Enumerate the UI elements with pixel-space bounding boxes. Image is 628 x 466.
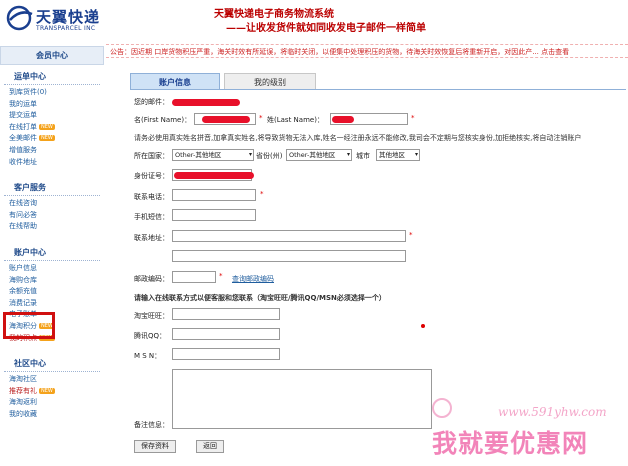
sidebar-item-faq[interactable]: 有问必答: [0, 210, 104, 222]
sidebar-item-address[interactable]: 收件地址: [0, 157, 104, 169]
qq-label: 腾讯QQ：: [134, 332, 167, 340]
msn-input[interactable]: [172, 348, 280, 360]
city-label: 城市: [356, 152, 370, 160]
required-mark: *: [260, 190, 264, 198]
province-select[interactable]: Other-其他地区: [286, 149, 352, 161]
mobile-input[interactable]: [172, 209, 256, 221]
sidebar-item-warehouse[interactable]: 海购仓库: [0, 275, 104, 287]
sidebar-section-title: 运单中心: [4, 67, 100, 85]
remark-label: 备注信息：: [134, 421, 169, 429]
sidebar-section-community: 社区中心 海淘社区 推荐有礼 NEW 海淘返利 我的收藏: [0, 354, 104, 420]
required-mark: *: [409, 231, 413, 239]
watermark-text: 我就要优惠网: [432, 429, 589, 458]
redacted-last-name: [332, 116, 354, 123]
zip-label: 邮政编码：: [134, 275, 169, 283]
save-button[interactable]: 保存资料: [134, 440, 176, 453]
sidebar-item-label: 推荐有礼: [9, 386, 37, 395]
sidebar-item-value-added[interactable]: 增值服务: [0, 145, 104, 157]
sidebar-item-my-waybills[interactable]: 我的运单: [0, 99, 104, 111]
logo: 天翼快递 TRANSPARCEL INC: [6, 5, 116, 39]
last-name-label: 姓(Last Name)：: [267, 116, 324, 124]
sidebar-item-us-mail[interactable]: 全美邮件 NEW: [0, 133, 104, 145]
sidebar-item-account-info[interactable]: 账户信息: [0, 263, 104, 275]
watermark-circle-icon: [432, 398, 452, 418]
required-mark: *: [219, 272, 223, 280]
sidebar-item-label: 在线打单: [9, 122, 37, 131]
province-label: 省份(州): [256, 152, 283, 160]
sidebar-item-help[interactable]: 在线帮助: [0, 221, 104, 233]
main-content: 公告：因近期 口岸货物积压严重，海关时效有所延误，将临时关闭，以便集中处理积压的…: [106, 44, 628, 466]
wangwang-label: 淘宝旺旺：: [134, 312, 169, 320]
contact-method-note: 请输入在线联系方式以便客服和您联系（淘宝旺旺/腾讯QQ/MSN必须选择一个）: [134, 294, 386, 302]
sidebar-item-favorites[interactable]: 我的收藏: [0, 409, 104, 421]
tab-bar: 账户信息 我的级别: [130, 73, 316, 90]
wangwang-input[interactable]: [172, 308, 280, 320]
highlight-annotation-box: [3, 312, 55, 339]
redacted-email: [172, 99, 240, 106]
email-label: 您的邮件：: [134, 98, 169, 106]
logo-english-text: TRANSPARCEL INC: [36, 25, 96, 32]
sidebar-section-title: 客户服务: [4, 178, 100, 197]
name-policy-note: 请务必使用真实姓名拼音,加拿真实姓名,将导致货物无法入库,姓名一经注册永远不能修…: [134, 134, 582, 142]
slogan-line-2: ——让收发货件就如同收发电子邮件一样简单: [226, 23, 426, 34]
id-label: 身份证号：: [134, 172, 169, 180]
msn-label: M S N：: [134, 352, 162, 360]
zip-input[interactable]: [172, 271, 216, 283]
new-badge: NEW: [39, 123, 55, 130]
mobile-label: 手机短信：: [134, 213, 169, 221]
slogan-line-1: 天翼快递电子商务物流系统: [214, 9, 334, 20]
city-select[interactable]: 其他地区: [376, 149, 420, 161]
sidebar-item-referral[interactable]: 推荐有礼 NEW: [0, 386, 104, 398]
sidebar-item-arrived[interactable]: 到库货件(0): [0, 87, 104, 99]
sidebar-item-rebate[interactable]: 海淘返利: [0, 397, 104, 409]
sidebar-section-title: 账户中心: [4, 243, 100, 261]
watermark-url: www.591yhw.com: [498, 405, 607, 419]
redacted-first-name: [202, 116, 250, 123]
new-badge: NEW: [39, 387, 55, 394]
redacted-id: [174, 172, 254, 179]
sidebar-title: 会员中心: [0, 46, 104, 65]
red-dot-marker: [421, 324, 425, 328]
sidebar-item-submit-waybill[interactable]: 提交运单: [0, 110, 104, 122]
phone-input[interactable]: [172, 189, 256, 201]
country-label: 所在国家：: [134, 152, 169, 160]
tab-divider: [130, 89, 626, 90]
logo-mark-icon: [6, 5, 33, 31]
sidebar-item-community[interactable]: 海淘社区: [0, 374, 104, 386]
address-input-line-2[interactable]: [172, 250, 406, 262]
sidebar: 会员中心 运单中心 到库货件(0) 我的运单 提交运单 在线打单 NEW 全美邮件…: [0, 46, 104, 466]
address-input-line-1[interactable]: [172, 230, 406, 242]
logo-chinese-text: 天翼快递: [36, 8, 101, 26]
address-label: 联系地址：: [134, 234, 169, 242]
phone-label: 联系电话：: [134, 193, 169, 201]
first-name-label: 名(First Name)：: [134, 116, 192, 124]
required-mark: *: [411, 114, 415, 122]
remark-textarea[interactable]: [172, 369, 432, 429]
sidebar-section-title: 社区中心: [4, 354, 100, 373]
new-badge: NEW: [39, 135, 55, 142]
sidebar-item-recharge[interactable]: 余额充值: [0, 286, 104, 298]
sidebar-item-label: 全美邮件: [9, 134, 37, 143]
sidebar-section-shipping: 运单中心 到库货件(0) 我的运单 提交运单 在线打单 NEW 全美邮件 NEW 增…: [0, 67, 104, 168]
sidebar-item-online-consult[interactable]: 在线咨询: [0, 198, 104, 210]
required-mark: *: [259, 114, 263, 122]
tab-my-level[interactable]: 我的级别: [224, 73, 316, 90]
sidebar-item-spending[interactable]: 消费记录: [0, 298, 104, 310]
back-button[interactable]: 返回: [196, 440, 224, 453]
zip-lookup-link[interactable]: 查询邮政编码: [232, 274, 274, 284]
sidebar-item-online-print[interactable]: 在线打单 NEW: [0, 122, 104, 134]
sidebar-section-service: 客户服务 在线咨询 有问必答 在线帮助: [0, 178, 104, 233]
tab-account-info[interactable]: 账户信息: [130, 73, 220, 90]
notice-bar[interactable]: 公告：因近期 口岸货物积压严重，海关时效有所延误，将临时关闭，以便集中处理积压的…: [106, 44, 628, 58]
qq-input[interactable]: [172, 328, 280, 340]
country-select[interactable]: Other-其他地区: [172, 149, 254, 161]
